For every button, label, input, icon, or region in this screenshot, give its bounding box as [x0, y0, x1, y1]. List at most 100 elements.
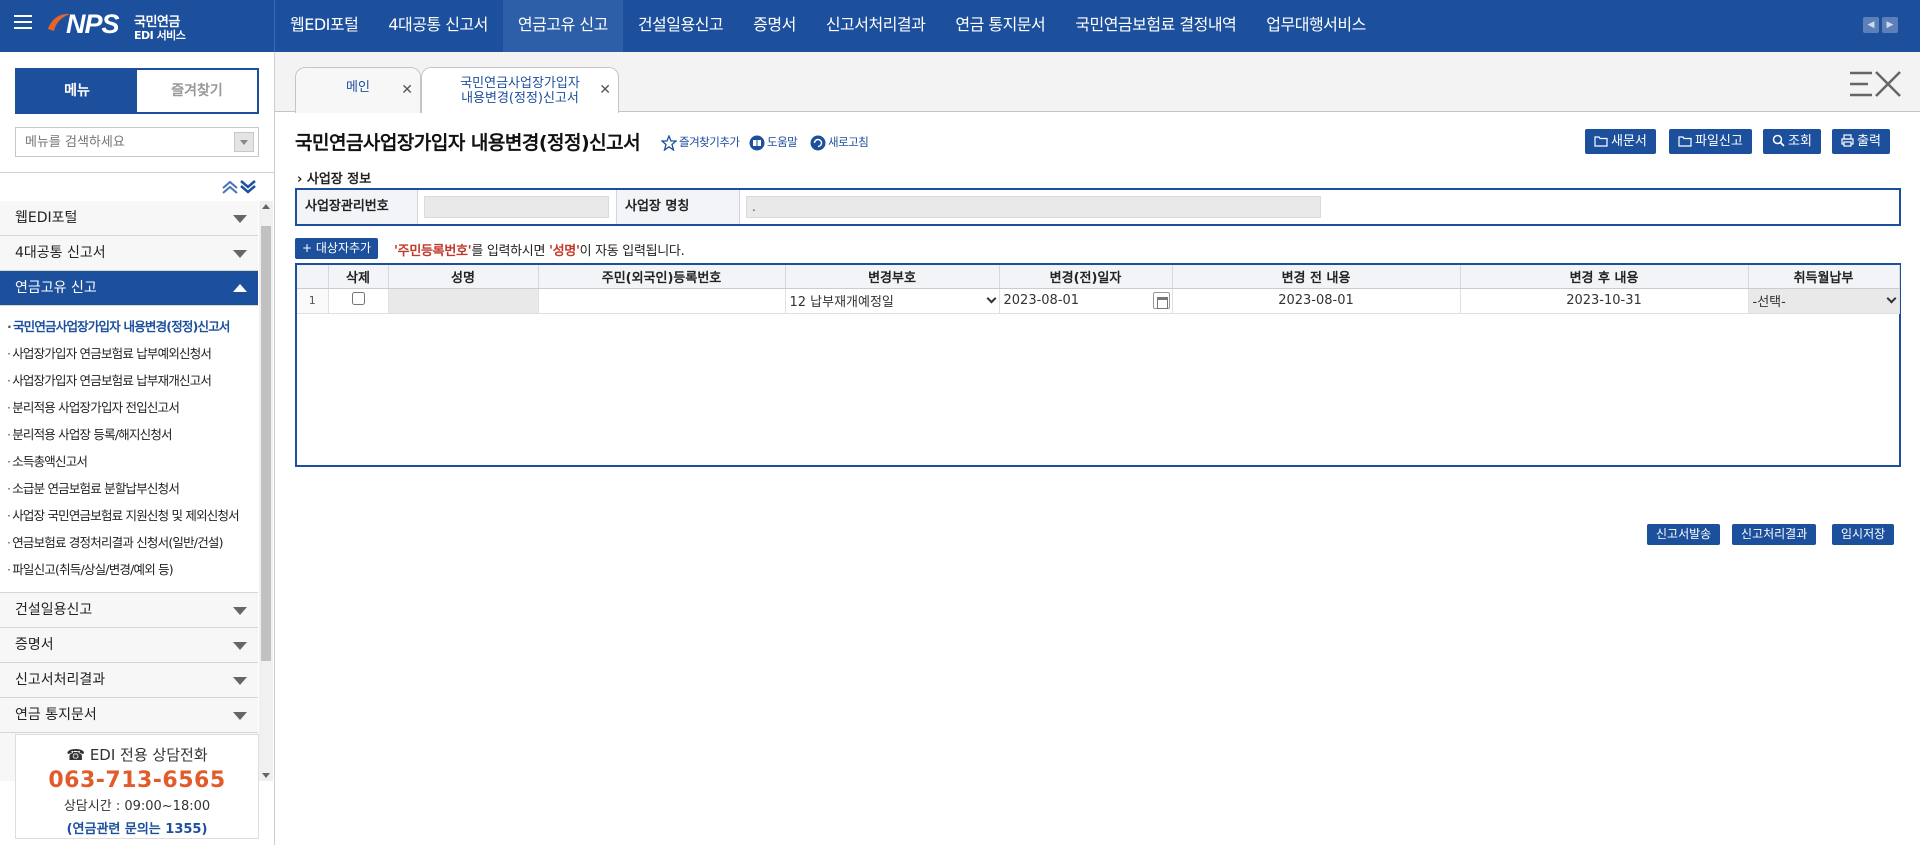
print-icon — [1841, 134, 1854, 147]
collapse-all-icon[interactable] — [221, 180, 239, 194]
grid-column-header: 변경 전 내용 — [1172, 265, 1461, 289]
sidebar-category[interactable]: 연금고유 신고 — [0, 271, 258, 306]
sidebar-subitem[interactable]: · 사업장 국민연금보험료 지원신청 및 제외신청서 — [0, 502, 258, 529]
print-button[interactable]: 출력 — [1832, 129, 1890, 154]
bullet-icon: · — [7, 481, 11, 496]
top-nav-item[interactable]: 연금 통지문서 — [940, 0, 1060, 52]
doc-tab-current[interactable]: 국민연금사업장가입자 내용변경(정정)신고서 ✕ — [421, 67, 619, 113]
sidebar-subitem[interactable]: · 국민연금사업장가입자 내용변경(정정)신고서 — [0, 313, 258, 340]
sidebar-category[interactable]: 웹EDI포털 — [0, 201, 258, 236]
sidebar-subitem[interactable]: · 소득총액신고서 — [0, 448, 258, 475]
sidebar-category-label: 건설일용신고 — [15, 602, 93, 618]
help-link[interactable]: 도움말 — [749, 134, 798, 151]
top-nav-item[interactable]: 4대공통 신고서 — [373, 0, 503, 52]
change-date-field[interactable]: 2023-08-01 — [999, 288, 1173, 314]
top-nav-item[interactable]: 연금고유 신고 — [502, 0, 623, 52]
top-nav-item[interactable]: 업무대행서비스 — [1251, 0, 1381, 52]
help-book-icon — [749, 135, 765, 150]
helpdesk-box: ☎ EDI 전용 상담전화 063-713-6565 상담시간 : 09:00~… — [15, 734, 259, 839]
top-nav-item[interactable]: 건설일용신고 — [623, 0, 738, 52]
page-title: 국민연금사업장가입자 내용변경(정정)신고서 — [295, 132, 641, 154]
tab-favorites[interactable]: 즐겨찾기 — [137, 70, 257, 112]
sidebar-category[interactable]: 증명서 — [0, 628, 258, 663]
refresh-link[interactable]: 새로고침 — [810, 134, 869, 151]
temp-save-button[interactable]: 임시저장 — [1832, 524, 1895, 545]
close-icon[interactable]: ✕ — [401, 82, 413, 98]
sidebar-category-label: 웹EDI포털 — [15, 210, 78, 226]
sidebar-subitem[interactable]: · 분리적용 사업장가입자 전입신고서 — [0, 394, 258, 421]
top-nav-item[interactable]: 신고서처리결과 — [811, 0, 941, 52]
sidebar-subitem-label: 사업장가입자 연금보험료 납부예외신청서 — [12, 346, 212, 361]
change-date-value: 2023-08-01 — [1003, 293, 1080, 308]
nps-logo[interactable]: NPS 국민연금 EDI 서비스 — [46, 7, 196, 43]
grid-column-header: 취득월납부 — [1748, 265, 1900, 289]
top-nav-item[interactable]: 국민연금보험료 결정내역 — [1060, 0, 1251, 52]
mgmt-no-cell — [418, 190, 617, 224]
mgmt-no-label: 사업장관리번호 — [297, 190, 418, 224]
grid-column-header: 성명 — [388, 265, 539, 289]
tab-menu[interactable]: 메뉴 — [17, 70, 137, 112]
logo-subtitle-2: EDI 서비스 — [134, 29, 186, 42]
sidebar-category[interactable]: 연금 통지문서 — [0, 698, 258, 733]
sidebar-scrollbar[interactable] — [259, 201, 273, 781]
workplace-name-field[interactable]: . — [746, 196, 1321, 218]
after-content-cell[interactable]: 2023-10-31 — [1460, 288, 1749, 314]
submit-report-button[interactable]: 신고서발송 — [1647, 524, 1721, 545]
sidebar-subitem[interactable]: · 파일신고(취득/상실/변경/예외 등) — [0, 556, 258, 583]
doc-tab-label-line2: 내용변경(정정)신고서 — [461, 91, 579, 106]
close-icon[interactable]: ✕ — [599, 82, 611, 98]
acq-month-pay-select[interactable]: -선택- — [1748, 288, 1900, 314]
sidebar-subitem[interactable]: · 소급분 연금보험료 분할납부신청서 — [0, 475, 258, 502]
helpdesk-hours: 상담시간 : 09:00~18:00 — [63, 799, 211, 814]
sidebar-category[interactable]: 건설일용신고 — [0, 593, 258, 628]
sidebar-subitem-label: 소득총액신고서 — [12, 454, 88, 469]
scroll-down-icon[interactable] — [262, 773, 270, 778]
doc-tab-main[interactable]: 메인 ✕ — [295, 67, 421, 113]
scroll-up-icon[interactable] — [262, 204, 270, 209]
hamburger-menu-icon[interactable] — [14, 15, 32, 35]
chevron-down-icon — [233, 677, 247, 685]
nav-prev-icon[interactable]: ◀ — [1863, 17, 1879, 33]
bullet-icon: · — [7, 562, 11, 577]
star-icon — [661, 134, 677, 151]
process-result-button[interactable]: 신고처리결과 — [1732, 524, 1817, 545]
file-report-button[interactable]: 파일신고 — [1669, 129, 1752, 154]
change-code-select[interactable]: 12 납부재개예정일 — [785, 288, 1000, 314]
refresh-icon — [810, 135, 826, 150]
search-dropdown-icon[interactable] — [234, 132, 254, 152]
delete-checkbox[interactable] — [351, 292, 365, 305]
menu-search-input[interactable] — [16, 128, 216, 156]
grid-column-header: 변경 후 내용 — [1460, 265, 1749, 289]
workplace-name-label: 사업장 명칭 — [617, 190, 740, 224]
reg-no-cell[interactable] — [538, 288, 786, 314]
sidebar-menu-list: 웹EDI포털 4대공통 신고서 연금고유 신고 · 국민연금사업장가입자 내용변경(정정… — [0, 201, 258, 781]
mgmt-no-field[interactable] — [424, 196, 609, 218]
sidebar-subitem[interactable]: · 분리적용 사업장 등록/해지신청서 — [0, 421, 258, 448]
workplace-name-cell: . — [740, 190, 1899, 224]
sidebar-category[interactable]: 신고서처리결과 — [0, 663, 258, 698]
sidebar-subitem[interactable]: · 연금보험료 경정처리결과 신청서(일반/건설) — [0, 529, 258, 556]
nav-next-icon[interactable]: ▶ — [1882, 17, 1898, 33]
table-row: 1 12 납부재개예정일 2023-08-01 2023-08-01 2023-10-3… — [297, 288, 1900, 314]
bullet-icon: · — [7, 427, 11, 442]
top-nav-item[interactable]: 증명서 — [738, 0, 811, 52]
bullet-icon: · — [7, 535, 11, 550]
search-button[interactable]: 조회 — [1763, 129, 1821, 154]
add-target-button[interactable]: + 대상자추가 — [295, 238, 379, 259]
add-favorite-link[interactable]: 즐겨찾기추가 — [661, 134, 740, 151]
expand-all-icon[interactable] — [239, 180, 257, 194]
scroll-thumb[interactable] — [261, 226, 271, 661]
sidebar-category[interactable]: 4대공통 신고서 — [0, 236, 258, 271]
grid-column-header: 변경부호 — [785, 265, 1000, 289]
sidebar-subitem-label: 파일신고(취득/상실/변경/예외 등) — [12, 562, 173, 577]
tab-list-close-icon[interactable] — [1848, 70, 1902, 98]
chevron-down-icon — [1886, 293, 1896, 303]
name-cell[interactable] — [388, 288, 539, 314]
target-grid: 삭제 성명 주민(외국인)등록번호 변경부호 변경(전)일자 변경 전 내용 변경 후 내용… — [295, 263, 1901, 467]
new-document-button[interactable]: 새문서 — [1585, 129, 1656, 154]
sidebar-subitem[interactable]: · 사업장가입자 연금보험료 납부예외신청서 — [0, 340, 258, 367]
top-nav-item[interactable]: 웹EDI포털 — [275, 0, 373, 52]
expand-collapse-controls — [221, 180, 257, 194]
calendar-icon[interactable] — [1152, 291, 1170, 309]
sidebar-subitem[interactable]: · 사업장가입자 연금보험료 납부재개신고서 — [0, 367, 258, 394]
